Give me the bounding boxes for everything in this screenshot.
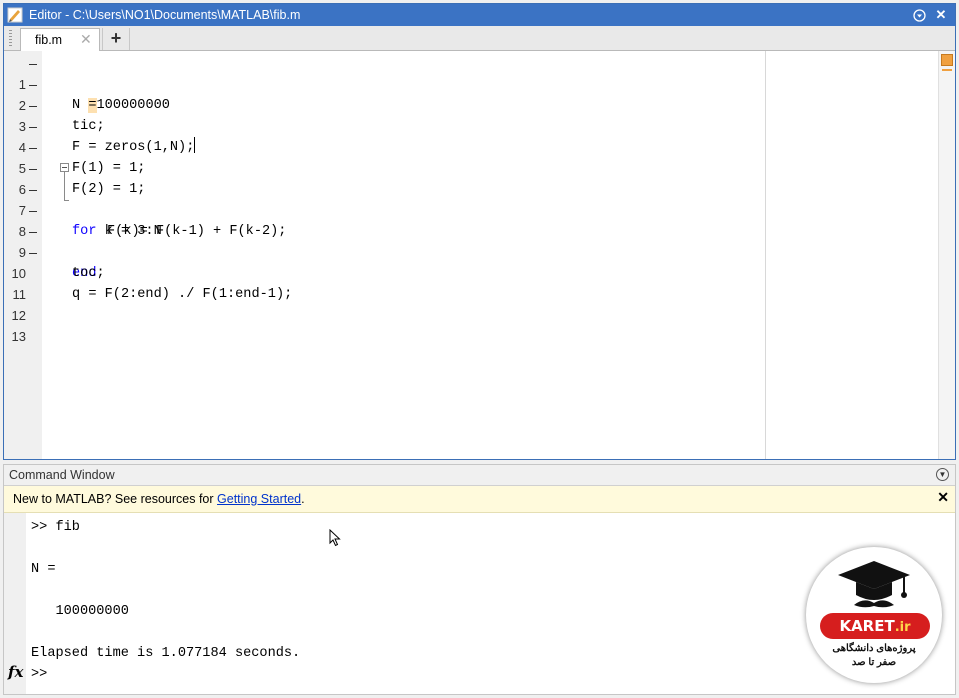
info-close-icon[interactable]: ✕ bbox=[937, 489, 949, 506]
logo-tagline-1: پروژه‌های دانشگاهی bbox=[832, 643, 916, 654]
editor-tabbar: fib.m ✕ + bbox=[4, 26, 955, 51]
line-number: 13 bbox=[11, 329, 26, 344]
info-message: New to MATLAB? See resources for Getting… bbox=[13, 492, 305, 506]
line-number: 6 bbox=[18, 182, 26, 197]
breakpoint-dash[interactable] bbox=[29, 169, 37, 170]
breakpoint-dash[interactable] bbox=[29, 64, 37, 65]
line-number: 10 bbox=[11, 266, 26, 281]
command-window-title: Command Window bbox=[9, 468, 115, 482]
code-line-11[interactable]: 11 bbox=[13, 263, 938, 302]
line-number: 11 bbox=[12, 287, 27, 302]
karet-logo: KARET.ir پروژه‌های دانشگاهی صفر تا صد bbox=[806, 547, 942, 683]
code-line-10[interactable]: 10 q = F(2:end) ./ F(1:end-1); bbox=[12, 242, 938, 302]
getting-started-link[interactable]: Getting Started bbox=[217, 492, 301, 506]
code-line-3[interactable]: 3 F = zeros(1,N); bbox=[19, 95, 938, 155]
output-n-label: N = bbox=[31, 562, 56, 577]
warning-marker[interactable] bbox=[942, 69, 952, 71]
line-number: 9 bbox=[18, 245, 26, 260]
tab-fib-m[interactable]: fib.m ✕ bbox=[20, 28, 100, 51]
breakpoint-dash[interactable] bbox=[29, 190, 37, 191]
editor-titlebar: Editor - C:\Users\NO1\Documents\MATLAB\f… bbox=[4, 4, 955, 26]
code-line-2[interactable]: 2 tic; bbox=[19, 74, 938, 134]
line-number: 7 bbox=[18, 203, 26, 218]
tab-label: fib.m bbox=[35, 33, 63, 47]
code-line-8[interactable]: 8 end bbox=[19, 200, 938, 281]
editor-window: Editor - C:\Users\NO1\Documents\MATLAB\f… bbox=[3, 3, 956, 460]
line-number: 5 bbox=[18, 161, 26, 176]
tab-grip-icon[interactable] bbox=[9, 30, 12, 46]
brand-badge: KARET.ir bbox=[820, 613, 930, 639]
editor-app-icon bbox=[7, 7, 23, 23]
function-browser-icon[interactable]: fx bbox=[8, 663, 23, 681]
line-number: 2 bbox=[18, 98, 26, 113]
command-window-options-icon[interactable]: ▼ bbox=[936, 468, 949, 481]
code-line-12[interactable]: 12 bbox=[12, 284, 938, 323]
command-window-titlebar: Command Window ▼ bbox=[4, 465, 955, 486]
editor-options-icon[interactable] bbox=[911, 7, 927, 23]
mouse-cursor-icon bbox=[329, 529, 341, 547]
new-tab-button[interactable]: + bbox=[102, 28, 130, 50]
code-line-1[interactable]: 1 N =100000000 bbox=[19, 53, 938, 113]
info-suffix: . bbox=[301, 492, 305, 506]
line-number: 8 bbox=[18, 224, 26, 239]
brand-name: KARET bbox=[839, 617, 895, 635]
fold-end-marker bbox=[64, 200, 69, 201]
output-elapsed: Elapsed time is 1.077184 seconds. bbox=[31, 646, 301, 661]
tab-close-icon[interactable]: ✕ bbox=[80, 31, 92, 48]
code-line-5[interactable]: 5 F(2) = 1; bbox=[19, 137, 938, 197]
line-number: 3 bbox=[18, 119, 26, 134]
output-n-value: 100000000 bbox=[31, 604, 129, 619]
breakpoint-dash[interactable] bbox=[29, 85, 37, 86]
breakpoint-dash[interactable] bbox=[29, 127, 37, 128]
info-text: New to MATLAB? See resources for bbox=[13, 492, 218, 506]
editor-title: Editor - C:\Users\NO1\Documents\MATLAB\f… bbox=[29, 8, 301, 22]
code-fold-icon[interactable] bbox=[60, 163, 69, 172]
output-command: >> fib bbox=[31, 520, 80, 535]
graduation-cap-icon bbox=[838, 561, 910, 608]
code-line-9[interactable]: 9 toc; bbox=[19, 221, 938, 281]
breakpoint-dash[interactable] bbox=[29, 232, 37, 233]
logo-tagline-2: صفر تا صد bbox=[851, 657, 897, 668]
breakpoint-dash[interactable] bbox=[29, 148, 37, 149]
brand-domain: .ir bbox=[894, 620, 911, 635]
code-line-4[interactable]: 4 F(1) = 1; bbox=[19, 116, 938, 176]
breakpoint-dash[interactable] bbox=[29, 106, 37, 107]
info-bar: New to MATLAB? See resources for Getting… bbox=[4, 486, 955, 513]
breakpoint-dash[interactable] bbox=[29, 253, 37, 254]
editor-close-icon[interactable]: ✕ bbox=[933, 7, 949, 23]
code-area[interactable]: 1 N =100000000 2 tic; 3 F = zeros(1,N); … bbox=[12, 51, 938, 459]
line-number: 1 bbox=[18, 77, 26, 92]
code-analyzer-warning-icon[interactable] bbox=[941, 54, 953, 66]
breakpoint-dash[interactable] bbox=[29, 211, 37, 212]
line-number: 4 bbox=[18, 140, 26, 155]
command-prompt[interactable]: >> bbox=[31, 667, 47, 682]
code-line-7[interactable]: 7 F(k)= F(k-1) + F(k-2); bbox=[19, 179, 938, 239]
code-line-13[interactable]: 13 bbox=[12, 305, 938, 344]
code-line-6[interactable]: 6 for k = 3:N bbox=[19, 158, 938, 239]
editor-scrollbar[interactable] bbox=[938, 51, 955, 459]
line-number: 12 bbox=[11, 308, 26, 323]
